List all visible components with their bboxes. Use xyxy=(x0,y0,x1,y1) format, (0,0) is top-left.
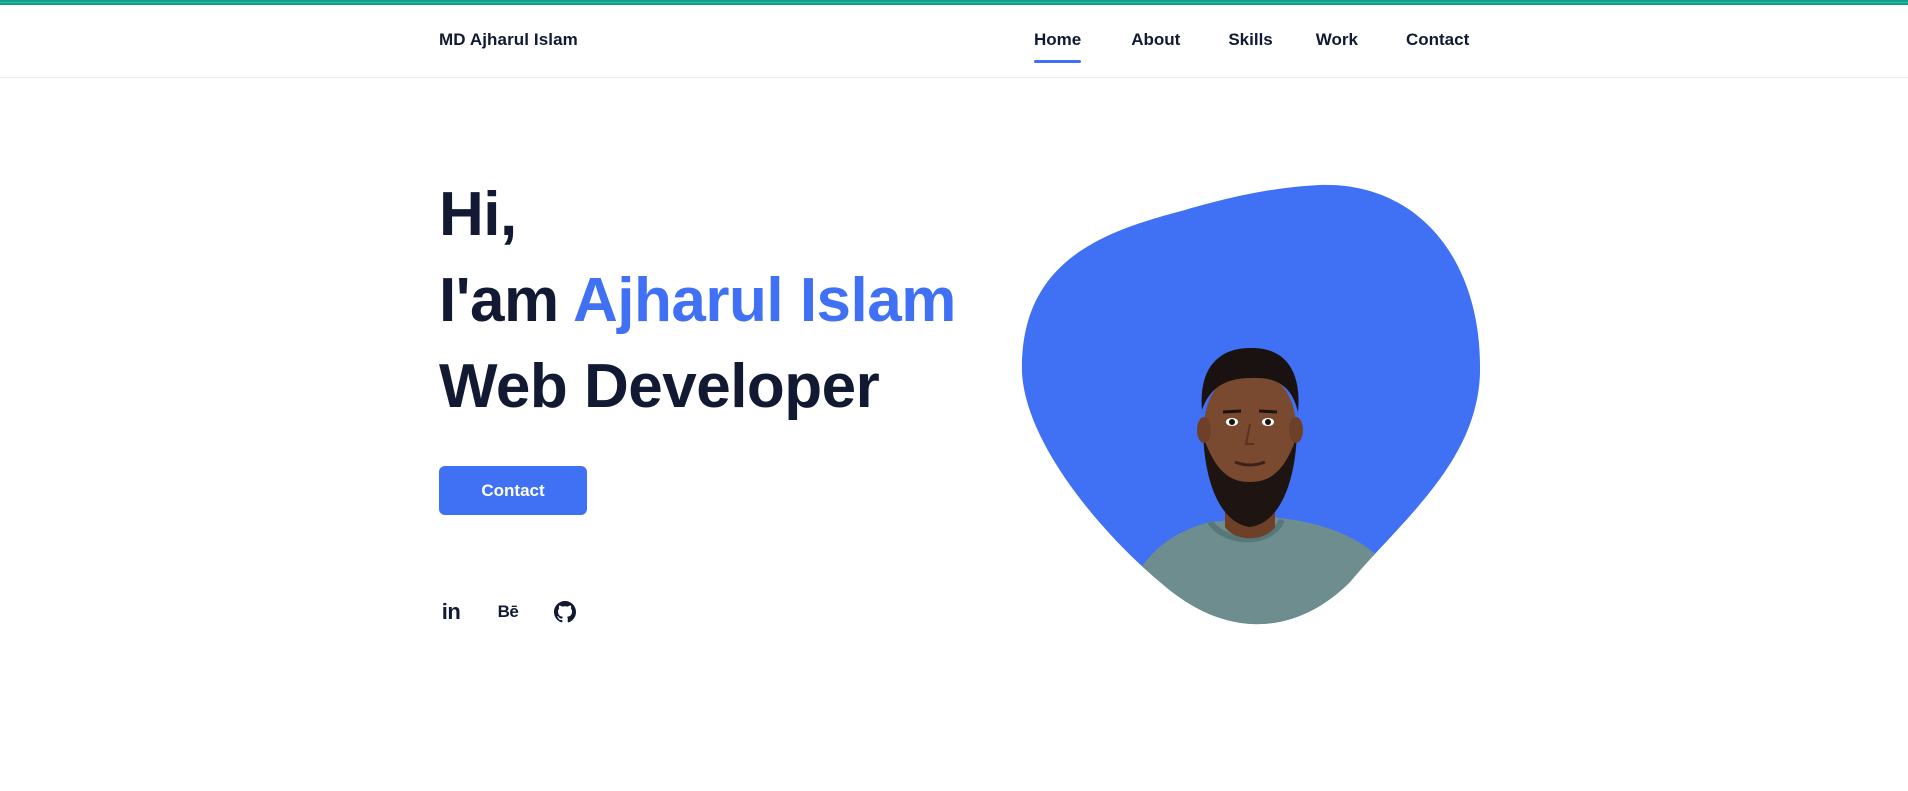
social-links: in Bē xyxy=(440,599,611,624)
brand-logo[interactable]: MD Ajharul Islam xyxy=(439,30,578,50)
main-nav: Home About Skills Work Contact xyxy=(1034,30,1469,63)
hero-heading: Hi, I'am Ajharul Islam Web Developer xyxy=(439,172,956,430)
nav-link-contact[interactable]: Contact xyxy=(1406,30,1469,50)
hero-intro: I'am Ajharul Islam xyxy=(439,258,956,344)
behance-icon[interactable]: Bē xyxy=(497,601,519,623)
hero-image-blob xyxy=(1020,182,1482,632)
site-header: MD Ajharul Islam Home About Skills Work … xyxy=(0,5,1908,78)
profile-photo xyxy=(1021,184,1481,625)
nav-link-skills[interactable]: Skills xyxy=(1228,30,1272,50)
github-icon[interactable] xyxy=(554,601,576,623)
nav-link-work[interactable]: Work xyxy=(1316,30,1358,50)
hero-greeting: Hi, xyxy=(439,180,517,249)
hero-role: Web Developer xyxy=(439,352,880,421)
hero-name: Ajharul Islam xyxy=(573,266,956,335)
hero-intro-prefix: I'am xyxy=(439,266,574,335)
contact-button[interactable]: Contact xyxy=(439,466,587,515)
nav-link-home[interactable]: Home xyxy=(1034,30,1082,63)
nav-link-about[interactable]: About xyxy=(1131,30,1180,50)
linkedin-icon[interactable]: in xyxy=(440,599,462,624)
